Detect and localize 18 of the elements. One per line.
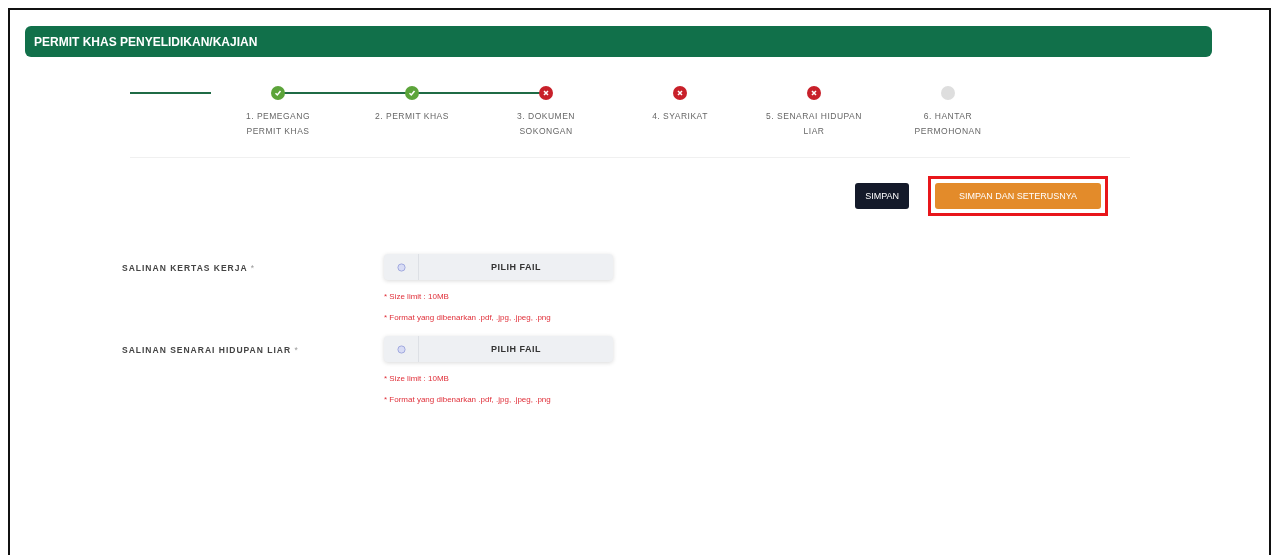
field-label: SALINAN KERTAS KERJA * — [122, 262, 256, 275]
step-label[interactable]: 1. PEMEGANG PERMIT KHAS — [228, 109, 328, 139]
step-label[interactable]: 6. HANTAR PERMOHONAN — [898, 109, 998, 139]
step-label[interactable]: 3. DOKUMEN SOKONGAN — [496, 109, 596, 139]
hint-text: * Size limit : 10MB — [384, 291, 450, 303]
page-header: PERMIT KHAS PENYELIDIKAN/KAJIAN — [25, 26, 1212, 57]
file-picker[interactable]: PILIH FAIL — [384, 254, 613, 280]
save-button[interactable]: SIMPAN — [855, 183, 909, 209]
hint-text: * Size limit : 10MB — [384, 373, 450, 385]
field-label: SALINAN SENARAI HIDUPAN LIAR * — [122, 344, 300, 357]
step-label[interactable]: 4. SYARIKAT — [630, 109, 730, 124]
file-picker[interactable]: PILIH FAIL — [384, 336, 613, 362]
choose-file-button[interactable]: PILIH FAIL — [419, 261, 613, 273]
step-label[interactable]: 5. SENARAI HIDUPAN LIAR — [764, 109, 864, 139]
hint-text: * Format yang dibenarkan .pdf, .jpg, .jpeg, .png — [384, 312, 552, 324]
step-label[interactable]: 2. PERMIT KHAS — [362, 109, 462, 124]
choose-file-button[interactable]: PILIH FAIL — [419, 343, 613, 355]
hint-text: * Format yang dibenarkan .pdf, .jpg, .jpeg, .png — [384, 394, 552, 406]
